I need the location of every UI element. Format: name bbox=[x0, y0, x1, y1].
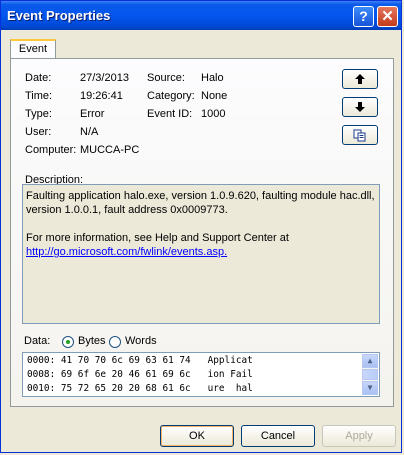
bytes-label[interactable]: Bytes bbox=[78, 335, 106, 347]
vertical-scrollbar[interactable]: ▲ ▼ bbox=[362, 354, 378, 395]
time-label: Time: bbox=[25, 90, 53, 102]
bytes-row: 0008: 69 6f 6e 20 46 61 69 6c ion Fail bbox=[27, 369, 253, 380]
arrow-up-icon bbox=[355, 74, 365, 84]
date-label: Date: bbox=[25, 72, 52, 84]
help-button[interactable]: ? bbox=[353, 6, 374, 27]
computer-label: Computer: bbox=[25, 144, 77, 156]
date-value: 27/3/2013 bbox=[80, 72, 129, 84]
description-box[interactable]: Faulting application halo.exe, version 1… bbox=[22, 184, 380, 324]
tab-event[interactable]: Event bbox=[10, 39, 56, 59]
bytes-row: 0000: 41 70 70 6c 69 63 61 74 Applicat bbox=[27, 355, 253, 366]
words-label[interactable]: Words bbox=[125, 335, 157, 347]
source-label: Source: bbox=[147, 72, 185, 84]
apply-button: Apply bbox=[322, 425, 396, 447]
help-link[interactable]: http://go.microsoft.com/fwlink/events.as… bbox=[26, 246, 227, 258]
description-line-3: For more information, see Help and Suppo… bbox=[26, 232, 289, 244]
user-label: User: bbox=[25, 126, 52, 138]
bytes-view[interactable]: 0000: 41 70 70 6c 69 63 61 74 Applicat 0… bbox=[22, 352, 380, 397]
user-value: N/A bbox=[80, 126, 99, 138]
next-event-button[interactable] bbox=[342, 97, 378, 117]
previous-event-button[interactable] bbox=[342, 69, 378, 89]
source-value: Halo bbox=[201, 72, 224, 84]
bytes-radio[interactable] bbox=[62, 336, 74, 348]
category-label: Category: bbox=[147, 90, 195, 102]
description-line-1: Faulting application halo.exe, version 1… bbox=[26, 190, 375, 202]
description-line-2: version 1.0.0.1, fault address 0x0009773… bbox=[26, 204, 228, 216]
window-title: Event Properties bbox=[7, 8, 111, 23]
ok-button[interactable]: OK bbox=[160, 425, 234, 447]
bytes-row: 0010: 75 72 65 20 20 68 61 6c ure hal bbox=[27, 383, 253, 394]
arrow-down-icon bbox=[355, 102, 365, 112]
time-value: 19:26:41 bbox=[80, 90, 123, 102]
cancel-button[interactable]: Cancel bbox=[241, 425, 315, 447]
scroll-down-icon[interactable]: ▼ bbox=[362, 381, 378, 395]
type-label: Type: bbox=[25, 108, 52, 120]
title-bar[interactable]: Event Properties ? ✕ bbox=[1, 1, 401, 30]
data-label: Data: bbox=[24, 335, 51, 347]
event-properties-window: Event Properties ? ✕ Event Date: 27/3/20… bbox=[0, 0, 402, 453]
event-id-value: 1000 bbox=[201, 108, 226, 120]
computer-value: MUCCA-PC bbox=[80, 144, 140, 156]
copy-button[interactable] bbox=[342, 125, 378, 145]
event-id-label: Event ID: bbox=[147, 108, 193, 120]
scroll-thumb[interactable] bbox=[362, 369, 378, 380]
close-button[interactable]: ✕ bbox=[377, 6, 398, 27]
words-radio[interactable] bbox=[109, 336, 121, 348]
type-value: Error bbox=[80, 108, 105, 120]
scroll-up-icon[interactable]: ▲ bbox=[362, 354, 378, 368]
copy-icon bbox=[353, 129, 366, 142]
category-value: None bbox=[201, 90, 228, 102]
